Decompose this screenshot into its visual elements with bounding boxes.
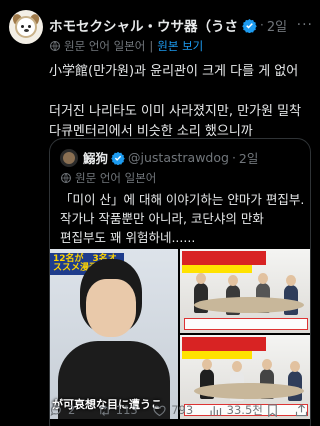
dog-face	[15, 16, 37, 38]
video-tag-yellow	[182, 265, 252, 273]
quoted-translation-row: 원문 언어 일본어	[60, 170, 156, 186]
person-face	[86, 279, 136, 337]
dog-eye	[28, 25, 31, 28]
bookmark-icon	[268, 403, 277, 417]
meeting-table	[194, 383, 304, 399]
share-icon	[295, 403, 308, 416]
quoted-handle: @justastrawdog	[128, 150, 229, 165]
display-name[interactable]: ホモセクシャル・ウサ器（うさ…	[49, 15, 239, 35]
quoted-post[interactable]: 鰯狗 @justastrawdog · 2일 원문 언어 일본어 「미이 산」에…	[49, 138, 311, 426]
translate-separator: |	[149, 39, 154, 53]
video-tag	[182, 251, 266, 265]
quoted-post-text: 「미이 산」에 대해 이야기하는 얀마가 편집부. 작가나 작품뿐만 아니라, …	[60, 190, 306, 247]
more-options-icon[interactable]: ···	[297, 17, 313, 33]
translated-from-label: 원문 언어 일본어	[75, 171, 157, 185]
translated-from-label: 원문 언어 일본어	[64, 39, 146, 53]
quoted-text-line: 「미이 산」에 대해 이야기하는 얀마가 편집부.	[60, 192, 305, 207]
post-text-line: 小学館(만가원)과 윤리관이 크게 다를 게 없어	[49, 64, 299, 79]
post-time[interactable]: 2일	[267, 16, 287, 35]
globe-icon	[50, 41, 60, 51]
translation-row: 원문 언어 일본어 | 원본 보기	[49, 38, 203, 54]
post-text-line: 더거진 나리타도 이미 사라졌지만, 만가원 밀착	[49, 104, 302, 119]
meeting-table	[194, 297, 304, 313]
reply-icon	[50, 404, 61, 416]
repost-button[interactable]: 113	[97, 403, 152, 418]
dog-eye	[21, 25, 24, 28]
quoted-text-line: 편집부도 꽤 위험하네......	[60, 230, 196, 245]
post-header: ホモセクシャル・ウサ器（うさ… · 2일 ···	[49, 14, 313, 36]
repost-icon	[99, 404, 109, 416]
quoted-display-name: 鰯狗	[83, 151, 109, 166]
like-button[interactable]: 793	[152, 403, 207, 418]
view-count: 33.5천	[226, 403, 263, 417]
verified-badge-icon	[111, 151, 125, 165]
quoted-post-header: 鰯狗 @justastrawdog · 2일	[60, 148, 258, 167]
media-image-top-right[interactable]	[180, 249, 310, 333]
post-action-bar: 2 113 793 33.5천	[49, 400, 313, 420]
video-tag	[182, 337, 266, 351]
heart-icon	[153, 405, 166, 416]
bookmark-button[interactable]	[265, 403, 284, 418]
separator-dot: ·	[260, 18, 264, 32]
quoted-time: 2일	[238, 151, 259, 166]
like-count: 793	[171, 403, 194, 417]
quoted-author-avatar	[60, 148, 78, 167]
view-original-link[interactable]: 원본 보기	[157, 38, 203, 54]
views-button[interactable]: 33.5천	[208, 402, 265, 418]
video-tag-yellow	[182, 351, 252, 359]
verified-badge-icon	[242, 18, 257, 33]
author-avatar[interactable]	[9, 10, 43, 44]
separator-dot: ·	[231, 150, 236, 165]
views-chart-icon	[210, 405, 221, 415]
repost-count: 113	[115, 403, 138, 417]
globe-icon	[61, 173, 71, 183]
post-text: 小学館(만가원)과 윤리관이 크게 다를 게 없어 더거진 나리타도 이미 사라…	[49, 62, 313, 142]
quoted-text-line: 작가나 작품뿐만 아니라, 코단샤의 만화	[60, 211, 264, 226]
reply-button[interactable]: 2	[49, 403, 97, 418]
reply-count: 2	[68, 403, 76, 417]
media-image-main[interactable]: 12名が 3名オススメ漫画 が可哀想な目に遭うこ	[50, 249, 178, 419]
share-button[interactable]	[294, 403, 313, 418]
dog-nose	[24, 29, 29, 32]
video-subtitle-bar	[184, 318, 308, 330]
